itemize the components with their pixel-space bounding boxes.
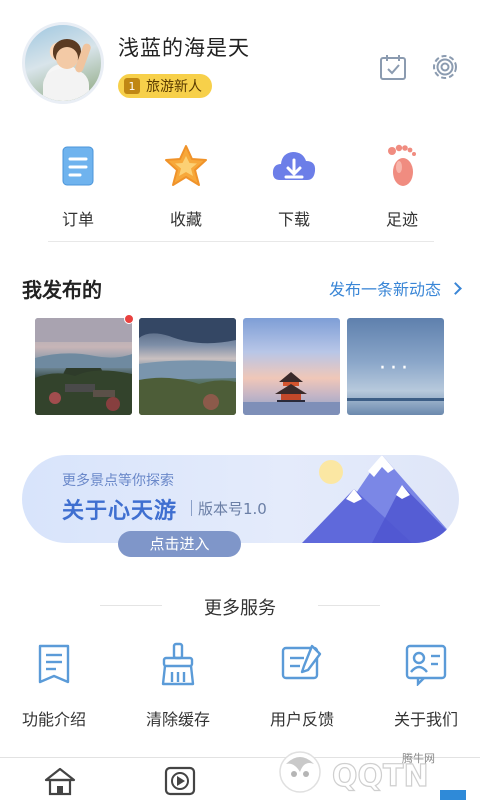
contact-card-icon	[405, 644, 447, 687]
gear-icon[interactable]	[430, 52, 460, 82]
post-thumbnail[interactable]	[35, 318, 132, 415]
username: 浅蓝的海是天	[118, 36, 250, 60]
service-label: 关于我们	[393, 710, 458, 729]
enter-button[interactable]: 点击进入	[118, 531, 241, 557]
quick-action-label: 足迹	[385, 210, 418, 229]
document-icon	[38, 644, 70, 684]
mountain-illustration	[302, 455, 459, 543]
service-label: 功能介绍	[21, 710, 86, 729]
quick-action-label: 订单	[61, 210, 94, 229]
star-icon	[165, 145, 207, 186]
divider	[318, 605, 380, 606]
level-badge: 1 旅游新人	[118, 74, 212, 98]
feedback-icon	[281, 644, 322, 680]
publish-post-link[interactable]: 发布一条新动态	[328, 276, 462, 300]
my-posts-title: 我发布的	[22, 278, 102, 302]
quick-action-label: 收藏	[169, 210, 202, 229]
banner-subtitle: 更多景点等你探索	[62, 473, 174, 489]
quick-actions: 订单 收藏 下载 足迹	[0, 140, 480, 230]
home-icon[interactable]	[44, 766, 76, 796]
post-thumbnail[interactable]	[243, 318, 340, 415]
service-feedback[interactable]: 用户反馈	[252, 642, 352, 730]
cloud-download-icon	[272, 152, 316, 180]
video-play-icon[interactable]	[164, 766, 196, 796]
avatar[interactable]	[22, 22, 104, 104]
chevron-right-icon	[449, 281, 462, 295]
post-thumbnail-more[interactable]: ···	[347, 318, 444, 415]
calendar-check-icon[interactable]	[378, 52, 408, 82]
watermark-site-label: 腾牛网	[402, 752, 435, 765]
post-thumbnail[interactable]	[139, 318, 236, 415]
more-dots-icon: ···	[379, 356, 412, 381]
service-feature-intro[interactable]: 功能介绍	[4, 642, 104, 730]
order-icon	[62, 146, 94, 186]
lake-view-image	[139, 318, 236, 415]
qqtn-watermark-logo: QQTN	[279, 751, 466, 800]
service-label: 用户反馈	[269, 710, 334, 729]
new-notification-dot	[124, 314, 134, 324]
service-label: 清除缓存	[145, 710, 210, 729]
pagoda-image	[275, 372, 307, 403]
more-services-title: 更多服务	[204, 598, 276, 619]
service-about-us[interactable]: 关于我们	[376, 642, 476, 730]
version-label: 版本号1.0	[191, 500, 267, 518]
lake-island-image	[35, 318, 132, 415]
about-banner[interactable]: 更多景点等你探索 关于心天游 版本号1.0	[22, 455, 459, 543]
publish-post-label: 发布一条新动态	[328, 280, 441, 299]
quick-action-label: 下载	[277, 210, 310, 229]
quick-action-footprints[interactable]: 足迹	[352, 140, 452, 230]
quick-action-downloads[interactable]: 下载	[244, 140, 344, 230]
quick-action-orders[interactable]: 订单	[28, 140, 128, 230]
footprint-icon	[388, 144, 416, 186]
level-number: 1	[124, 78, 140, 94]
level-label: 旅游新人	[146, 79, 202, 95]
quick-action-favorites[interactable]: 收藏	[136, 140, 236, 230]
banner-title: 关于心天游	[62, 499, 178, 524]
broom-icon	[161, 642, 195, 686]
divider	[48, 241, 434, 242]
service-clear-cache[interactable]: 清除缓存	[128, 642, 228, 730]
